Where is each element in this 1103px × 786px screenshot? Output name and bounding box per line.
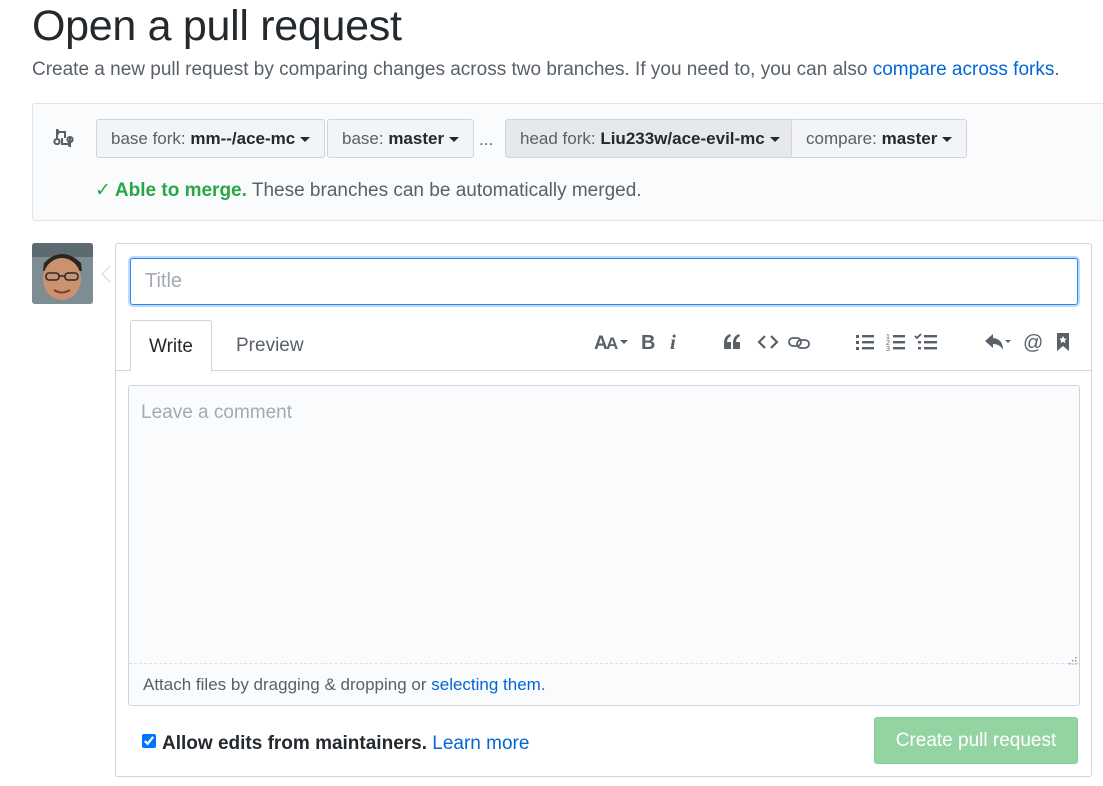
- svg-text:@: @: [1023, 332, 1043, 353]
- resize-handle-icon[interactable]: [1069, 652, 1077, 665]
- pull-request-form: Write Preview AA B i 123 @ Attach f: [115, 243, 1092, 777]
- attach-text: Attach files by dragging & dropping or: [143, 675, 432, 694]
- svg-text:A: A: [606, 334, 618, 353]
- bulleted-list-icon[interactable]: [854, 330, 876, 354]
- page-subtitle: Create a new pull request by comparing c…: [32, 59, 1060, 81]
- link-icon[interactable]: [787, 330, 811, 354]
- subtitle-text: Create a new pull request by comparing c…: [32, 59, 873, 80]
- tab-write[interactable]: Write: [130, 320, 212, 372]
- italic-icon[interactable]: i: [667, 330, 681, 354]
- attach-end: .: [540, 675, 546, 694]
- svg-text:B: B: [641, 332, 655, 353]
- code-icon[interactable]: [756, 330, 780, 354]
- base-fork-prefix: base fork:: [111, 129, 191, 148]
- comment-textarea[interactable]: [129, 386, 1079, 662]
- allow-edits-label: Allow edits from maintainers.: [162, 733, 427, 754]
- head-fork-value: Liu233w/ace-evil-mc: [600, 129, 765, 148]
- bold-icon[interactable]: B: [639, 330, 657, 354]
- title-input[interactable]: [130, 258, 1078, 305]
- reply-icon[interactable]: [983, 330, 1015, 354]
- learn-more-link[interactable]: Learn more: [432, 733, 529, 754]
- head-fork-select[interactable]: head fork: Liu233w/ace-evil-mc: [505, 119, 795, 158]
- caret-down-icon: [449, 137, 460, 143]
- base-fork-select[interactable]: base fork: mm--/ace-mc: [96, 119, 326, 158]
- caret-down-icon: [769, 137, 780, 143]
- range-separator: ...: [479, 130, 494, 149]
- text-size-icon[interactable]: AA: [593, 330, 633, 354]
- head-fork-prefix: head fork:: [520, 129, 601, 148]
- select-files-link[interactable]: selecting them: [431, 675, 541, 694]
- svg-text:i: i: [670, 331, 676, 353]
- comment-area: Attach files by dragging & dropping or s…: [128, 385, 1080, 706]
- merge-status-strong: Able to merge.: [114, 180, 247, 201]
- base-fork-value: mm--/ace-mc: [190, 129, 296, 148]
- allow-edits-row: Allow edits from maintainers. Learn more: [142, 733, 529, 755]
- compare-branch-prefix: compare:: [806, 129, 882, 148]
- task-list-icon[interactable]: [913, 330, 939, 354]
- merge-status-text: These branches can be automatically merg…: [246, 180, 642, 201]
- attach-files-bar[interactable]: Attach files by dragging & dropping or s…: [129, 663, 1079, 706]
- tab-preview[interactable]: Preview: [218, 320, 322, 371]
- compare-range-box: base fork: mm--/ace-mc base: master ... …: [32, 103, 1103, 221]
- mention-icon[interactable]: @: [1022, 330, 1044, 354]
- avatar[interactable]: [32, 243, 93, 304]
- page-title: Open a pull request: [32, 2, 402, 50]
- caret-down-icon: [300, 137, 311, 143]
- compare-across-forks-link[interactable]: compare across forks: [873, 59, 1055, 80]
- caret-down-icon: [942, 137, 953, 143]
- bookmark-icon[interactable]: [1054, 330, 1072, 354]
- subtitle-end: .: [1054, 59, 1060, 80]
- svg-text:3: 3: [886, 346, 890, 353]
- numbered-list-icon[interactable]: 123: [885, 330, 907, 354]
- compare-branch-value: master: [881, 129, 938, 148]
- create-pull-request-button[interactable]: Create pull request: [874, 717, 1078, 764]
- check-icon: ✓: [95, 180, 111, 201]
- quote-icon[interactable]: [720, 330, 744, 354]
- base-branch-select[interactable]: base: master: [327, 119, 475, 158]
- base-branch-prefix: base:: [342, 129, 389, 148]
- base-branch-value: master: [388, 129, 445, 148]
- git-compare-icon: [53, 126, 75, 150]
- merge-status: ✓ Able to merge. These branches can be au…: [95, 179, 642, 202]
- compare-branch-select[interactable]: compare: master: [791, 119, 968, 158]
- allow-edits-checkbox[interactable]: [142, 734, 156, 748]
